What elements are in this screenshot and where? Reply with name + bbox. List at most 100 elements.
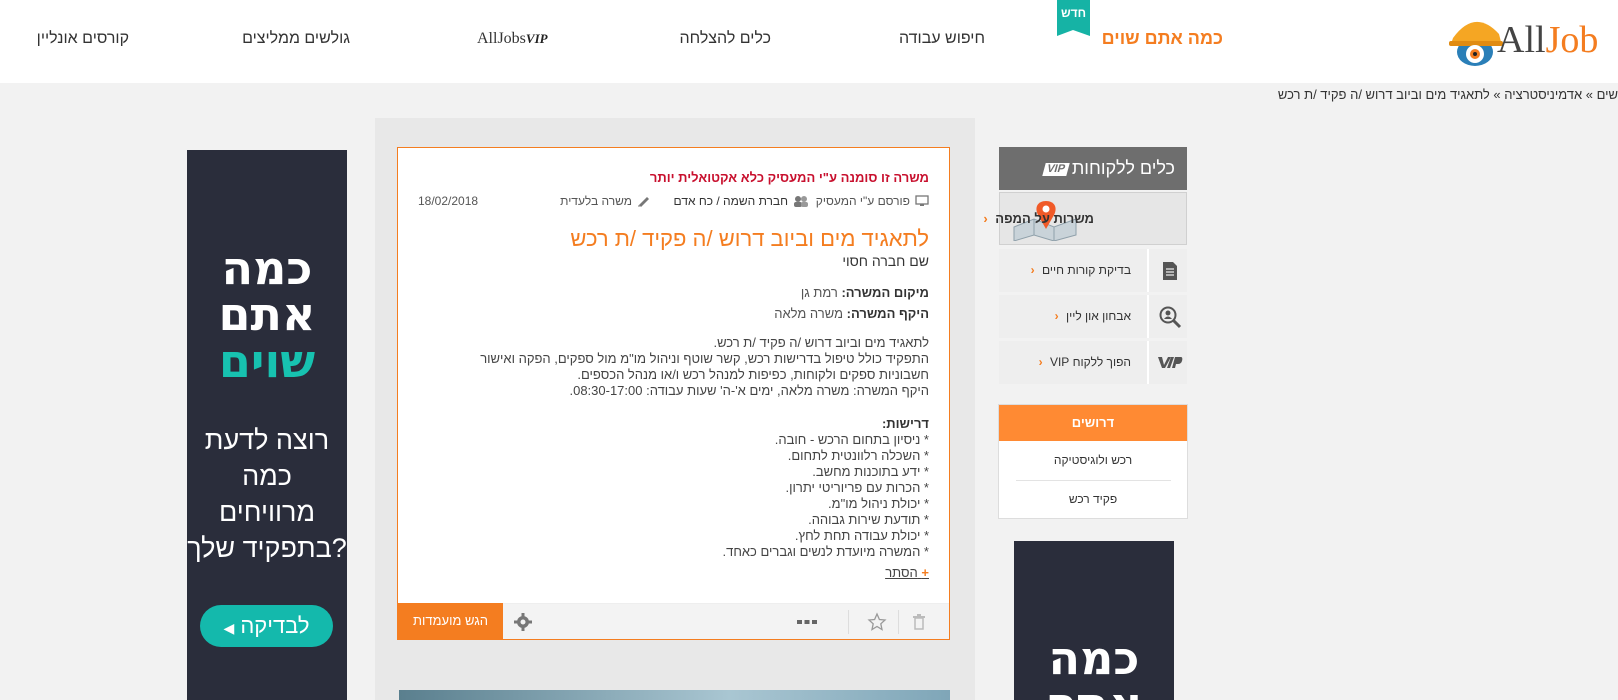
tool-icon-box [1147,249,1187,292]
ad-line1: כמה [221,241,313,295]
magnifier-person-icon [1159,306,1182,329]
ad-question-4: בתפקיד שלך? [187,533,347,563]
posted-by-text: פורסם ע"י המעסיק [815,194,910,208]
desc-line-1: לתאגיד מים וביוב דרוש /ה פקיד /ת רכש. [713,335,929,350]
plus-icon: + [921,565,929,580]
become-vip-button[interactable]: הפוך ללקוח VIP ‹ [999,341,1187,384]
apply-button[interactable]: הגש מועמדות [398,603,503,639]
map-jobs-button[interactable]: משרות על המפה ‹ [983,192,1187,245]
location-label: מיקום המשרה: [841,285,929,300]
desc-line-2: התפקיד כולל טיפול בדרישות רכש, קשר שוטף … [480,351,929,382]
requirement-item: * השכלה רלוונטית לתחום. [787,448,929,463]
wanted-separator [1016,480,1171,481]
company-type-text: חברת השמה / כח אדם [673,194,788,208]
star-icon[interactable] [867,612,887,632]
wanted-title: דרושים [999,405,1187,441]
map-jobs-label: משרות על המפה [995,211,1094,226]
right-ad-line2: אתם [1014,681,1174,700]
job-date: 18/02/2018 [418,194,479,208]
ad-question-3: מרוויחים [218,497,316,527]
requirements: דרישות: * ניסיון בתחום הרכש - חובה. * הש… [723,416,930,560]
ad-question-1: רוצה לדעת [204,425,330,455]
vip-tag: VIP [1042,162,1070,176]
requirements-title: דרישות: [881,416,929,431]
cv-check-button[interactable]: בדיקת קורות חיים ‹ [999,249,1187,292]
left-ad-banner[interactable]: כמה אתם שוים רוצה לדעת כמה מרוויחים בתפק… [187,150,347,700]
right-ad-line1: כמה [1048,631,1140,685]
requirement-item: * הכרות עם פריוריטי יתרון. [785,480,929,495]
company-type: חברת השמה / כח אדם [674,194,809,208]
requirement-item: * תודעת שירות גבוהה. [808,512,929,527]
requirement-item: * יכולת ניהול מו"מ. [828,496,929,511]
nav-courses[interactable]: קורסים אונליין [37,30,129,48]
desc-line-3: היקף המשרה: משרה מלאה, ימים א'-ה' שעות ע… [569,383,929,398]
next-listing-image [399,690,950,700]
ad-line2: אתם [218,287,316,341]
company-name: שם חברה חסוי [842,253,929,269]
posted-by: פורסם ע"י המעסיק [816,194,929,208]
job-title[interactable]: לתאגיד מים וביוב דרוש /ה פקיד /ת רכש [570,226,929,252]
become-vip-label: הפוך ללקוח VIP [1049,355,1131,369]
job-card: משרה זו סומנה ע"י המעסיק כלא אקטואלית יו… [397,147,950,640]
exclusive-text: משרה בלעדית [560,194,632,208]
logo-job-text: Job [1545,19,1599,61]
requirement-item: * המשרה מיועדת לנשים וגברים כאחד. [722,544,930,559]
pen-icon [638,197,649,207]
card-footer: הגש מועמדות [398,603,949,639]
nav-recommended[interactable]: גולשים ממליצים [242,30,350,48]
customer-tools-header: כלים ללקוחותVIP [999,147,1187,190]
wanted-item-procurement-clerk[interactable]: פקיד רכש [999,492,1187,506]
scope-value: משרה מלאה [774,306,843,321]
job-description: לתאגיד מים וביוב דרוש /ה פקיד /ת רכש. הת… [429,335,929,399]
nav-job-search[interactable]: חיפוש עבודה [899,30,985,48]
scope-row: היקף המשרה: משרה מלאה [774,306,929,321]
location-row: מיקום המשרה: רמת גן [801,285,929,300]
location-value: רמת גן [800,285,838,300]
more-dots-icon[interactable] [795,612,819,632]
logo-all-text: All [1497,19,1546,61]
tool-icon-box [1147,295,1187,338]
play-triangle-icon: ◀ [223,620,235,636]
footer-divider [848,610,849,634]
online-test-label: אבחון און ליין [1066,309,1131,323]
vip-icon [1158,357,1183,368]
ad-check-button[interactable]: לבדיקה ◀ [200,605,333,647]
customer-tools-title: כלים ללקוחות [1071,158,1175,178]
ad-question-2: כמה [242,461,292,491]
top-navigation: AllJob חדש כמה אתם שוים חיפוש עבודה כלים… [0,0,1618,83]
ad-line3: שוים [218,334,316,388]
people-icon [794,196,808,207]
requirement-item: * ניסיון בתחום הרכש - חובה. [774,432,929,447]
chevron-left-icon: ‹ [1030,263,1035,277]
trash-icon[interactable] [909,612,929,632]
hide-text: הסתר [885,565,918,580]
wanted-item-procurement-logistics[interactable]: רכש ולוגיסטיקה [999,453,1187,467]
chevron-left-icon: ‹ [1038,355,1043,369]
footer-divider [898,610,899,634]
chevron-left-icon: ‹ [1054,309,1059,323]
online-test-button[interactable]: אבחון און ליין ‹ [999,295,1187,338]
tool-icon-box [1147,341,1187,384]
scope-label: היקף המשרה: [846,306,929,321]
requirement-item: * ידע בתוכנות מחשב. [812,464,929,479]
cv-check-label: בדיקת קורות חיים [1041,263,1131,277]
nav-vip-tag: VIP [525,31,548,46]
chevron-left-icon: ‹ [983,211,988,226]
monitor-icon [915,195,929,206]
nav-alljobs-vip[interactable]: AllJobsVIP [477,30,548,48]
ad-check-label: לבדיקה [240,613,310,638]
alljob-logo[interactable]: AllJob [1445,8,1618,72]
nav-how-much[interactable]: כמה אתם שוים [1102,28,1223,49]
requirement-item: * יכולת עבודה תחת לחץ. [794,528,929,543]
wanted-box: דרושים רכש ולוגיסטיקה פקיד רכש [998,404,1188,519]
nav-success-tools[interactable]: כלים להצלחה [679,30,771,48]
gear-icon[interactable] [513,612,533,632]
breadcrumb[interactable]: שים » אדמיניסטרציה » לתאגיד מים וביוב דר… [1278,87,1618,102]
exclusive: משרה בלעדית [560,194,651,208]
hide-link[interactable]: + הסתר [885,565,929,580]
inactive-notice: משרה זו סומנה ע"י המעסיק כלא אקטואלית יו… [649,170,929,185]
nav-alljobs-text: AllJobs [477,30,526,47]
document-icon [1163,262,1177,280]
new-badge: חדש [1057,0,1090,36]
right-ad-banner[interactable]: כמה אתם [1014,541,1174,700]
